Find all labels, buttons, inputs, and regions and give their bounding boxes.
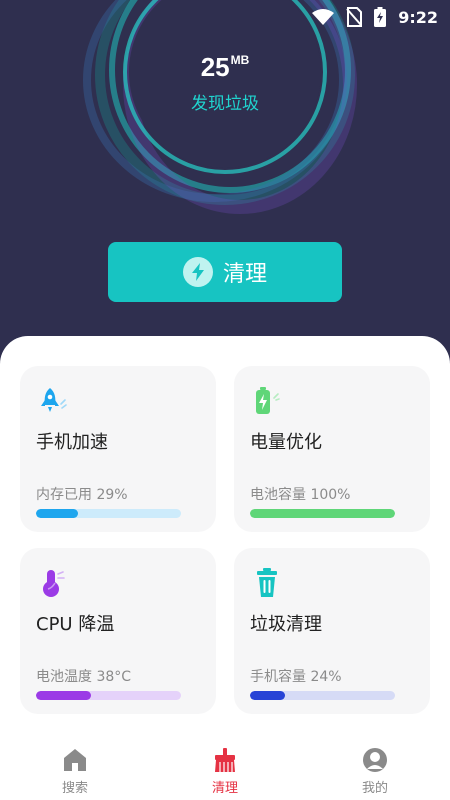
junk-size-unit: MB [230, 53, 250, 67]
progress-fill [250, 509, 395, 518]
progress-bar [250, 691, 395, 700]
clean-button-label: 清理 [222, 262, 267, 287]
junk-size-value: 25 [200, 52, 230, 82]
card-subtitle: 手机容量 24% [250, 669, 342, 685]
nav-label: 搜索 [61, 780, 88, 796]
progress-fill [250, 691, 285, 700]
feature-panel: 手机加速 内存已用 29% 电量优化 电池容量 100% CPU 降温 电池温度… [0, 336, 450, 800]
card-title: CPU 降温 [36, 614, 115, 635]
progress-bar [36, 509, 181, 518]
no-sim-icon [346, 7, 363, 27]
nav-label: 清理 [211, 780, 238, 796]
rocket-icon [41, 388, 67, 412]
card-subtitle: 电池温度 38°C [36, 669, 132, 685]
clean-button[interactable]: 清理 [108, 242, 342, 302]
lightning-icon [182, 257, 213, 287]
battery-icon [256, 387, 280, 414]
progress-fill [36, 691, 92, 700]
card-title: 电量优化 [250, 432, 322, 453]
junk-summary: 25MB 发现垃圾 [0, 52, 450, 114]
card-title: 手机加速 [36, 432, 108, 453]
bottom-nav: 搜索 清理 我的 [0, 742, 450, 800]
status-bar: 9:22 [0, 0, 450, 34]
nav-item-search[interactable]: 搜索 [0, 742, 150, 800]
card-junk-clean[interactable]: 垃圾清理 手机容量 24% [234, 548, 430, 714]
card-phone-boost[interactable]: 手机加速 内存已用 29% [20, 366, 216, 532]
profile-icon [363, 747, 387, 772]
progress-fill [36, 509, 79, 518]
card-battery-optimize[interactable]: 电量优化 电池容量 100% [234, 366, 430, 532]
junk-orb [83, 0, 357, 214]
trash-icon [257, 568, 277, 597]
progress-bar [36, 691, 181, 700]
card-subtitle: 内存已用 29% [36, 487, 128, 503]
nav-item-profile[interactable]: 我的 [300, 742, 450, 800]
wifi-icon [312, 9, 335, 25]
nav-item-clean[interactable]: 清理 [150, 742, 300, 800]
broom-icon [215, 747, 235, 772]
nav-label: 我的 [361, 780, 388, 796]
junk-found-label: 发现垃圾 [191, 94, 259, 114]
card-title: 垃圾清理 [250, 614, 322, 635]
battery-charging-icon [374, 7, 387, 27]
progress-bar [250, 509, 395, 518]
thermometer-icon [43, 570, 65, 597]
status-time: 9:22 [398, 7, 438, 27]
home-icon [64, 748, 86, 771]
junk-size: 25MB [0, 52, 450, 83]
card-subtitle: 电池容量 100% [250, 487, 351, 503]
card-cpu-cooling[interactable]: CPU 降温 电池温度 38°C [20, 548, 216, 714]
